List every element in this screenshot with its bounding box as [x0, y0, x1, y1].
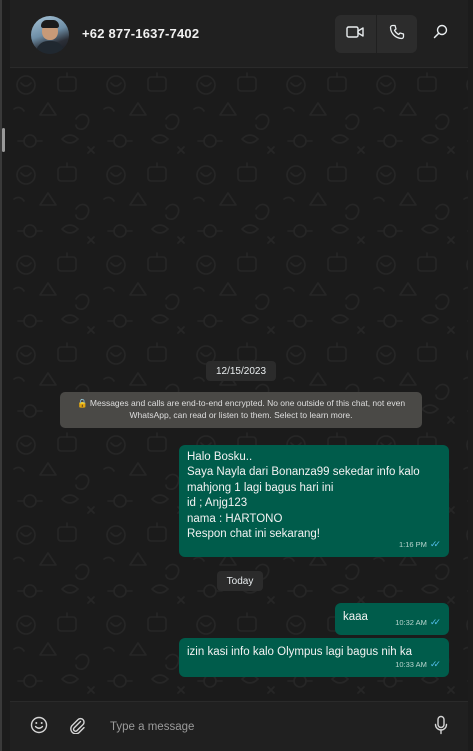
message-input[interactable]: [110, 715, 410, 739]
message-time: 1:16 PM: [398, 539, 427, 549]
message-list[interactable]: 12/15/2023 🔒 Messages and calls are end-…: [10, 69, 468, 701]
voice-message-button[interactable]: [430, 715, 452, 740]
encryption-notice[interactable]: 🔒 Messages and calls are end-to-end encr…: [60, 392, 422, 428]
chat-header: +62 877-1637-7402: [10, 0, 468, 68]
voice-call-button[interactable]: [376, 15, 417, 53]
window-left-edge: [2, 0, 10, 751]
message-text: Halo Bosku.. Saya Nayla dari Bonanza99 s…: [187, 451, 420, 541]
date-chip-today: Today: [217, 571, 263, 591]
emoji-icon: [30, 716, 48, 739]
search-icon: [433, 24, 448, 44]
avatar-hair: [41, 20, 59, 28]
video-camera-icon: [346, 25, 364, 44]
message-time: 10:32 AM: [395, 617, 427, 627]
read-receipt-icon: ✓✓: [429, 538, 441, 549]
contact-avatar[interactable]: [31, 16, 69, 54]
message-meta: 1:16 PM ✓✓: [399, 537, 441, 552]
emoji-button[interactable]: [28, 716, 50, 738]
read-receipt-icon: ✓✓: [429, 658, 441, 669]
contact-name[interactable]: +62 877-1637-7402: [82, 26, 199, 41]
read-receipt-icon: ✓✓: [429, 616, 441, 627]
message-meta: 10:33 AM ✓✓: [395, 657, 441, 672]
call-button-group: [335, 15, 417, 53]
avatar-body: [36, 41, 64, 54]
resize-handle[interactable]: [2, 128, 5, 152]
outgoing-message-bubble[interactable]: Halo Bosku.. Saya Nayla dari Bonanza99 s…: [179, 445, 449, 557]
search-button[interactable]: [427, 20, 453, 48]
whatsapp-window: +62 877-1637-7402 12/15/2023 🔒 Messages …: [0, 0, 473, 751]
outgoing-message-bubble[interactable]: kaaa 10:32 AM ✓✓: [335, 603, 449, 635]
date-chip-12-15-2023: 12/15/2023: [206, 361, 276, 381]
message-composer: [10, 701, 468, 751]
microphone-icon: [433, 715, 449, 740]
message-time: 10:33 AM: [395, 659, 427, 669]
message-meta: 10:32 AM ✓✓: [395, 615, 441, 630]
phone-icon: [389, 24, 405, 45]
video-call-button[interactable]: [335, 15, 376, 53]
window-right-edge: [468, 0, 473, 751]
outgoing-message-bubble[interactable]: izin kasi info kalo Olympus lagi bagus n…: [179, 638, 449, 677]
attach-button[interactable]: [66, 716, 88, 738]
paperclip-icon: [68, 716, 86, 739]
